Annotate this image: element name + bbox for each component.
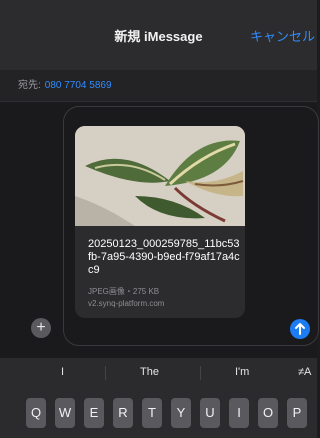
key-y[interactable]: Y bbox=[171, 398, 191, 428]
recipient-row[interactable]: 宛先: 080 7704 5869 bbox=[0, 70, 317, 102]
attachment-meta: JPEG画像・275 KB bbox=[88, 287, 160, 296]
send-arrow-icon bbox=[295, 323, 305, 335]
suggestion-3[interactable]: I'm bbox=[235, 366, 249, 378]
recipient-label: 宛先: bbox=[18, 80, 41, 91]
key-t[interactable]: T bbox=[142, 398, 162, 428]
attachment-photo bbox=[75, 126, 245, 226]
suggestion-divider bbox=[105, 366, 106, 380]
nav-header: 新規 iMessage キャンセル bbox=[0, 0, 317, 70]
plus-icon[interactable]: + bbox=[31, 318, 51, 338]
key-e[interactable]: E bbox=[84, 398, 104, 428]
key-p[interactable]: P bbox=[287, 398, 307, 428]
key-i[interactable]: I bbox=[229, 398, 249, 428]
key-u[interactable]: U bbox=[200, 398, 220, 428]
suggestion-overflow[interactable]: ≠A bbox=[298, 366, 311, 378]
attachment-url: v2.synq-platform.com bbox=[88, 299, 165, 308]
cancel-button[interactable]: キャンセル bbox=[250, 26, 315, 45]
key-w[interactable]: W bbox=[55, 398, 75, 428]
attachment-filename: 20250123_000259785_11bc53fb-7a95-4390-b9… bbox=[88, 238, 240, 276]
send-button[interactable] bbox=[290, 319, 310, 339]
key-r[interactable]: R bbox=[113, 398, 133, 428]
attachment-preview-card[interactable]: 20250123_000259785_11bc53fb-7a95-4390-b9… bbox=[75, 126, 245, 318]
recipient-number[interactable]: 080 7704 5869 bbox=[45, 80, 112, 91]
key-o[interactable]: O bbox=[258, 398, 278, 428]
plant-image bbox=[75, 126, 245, 226]
suggestion-1[interactable]: I bbox=[61, 366, 64, 378]
suggestion-2[interactable]: The bbox=[140, 366, 159, 378]
suggestion-divider bbox=[200, 366, 201, 380]
key-q[interactable]: Q bbox=[26, 398, 46, 428]
